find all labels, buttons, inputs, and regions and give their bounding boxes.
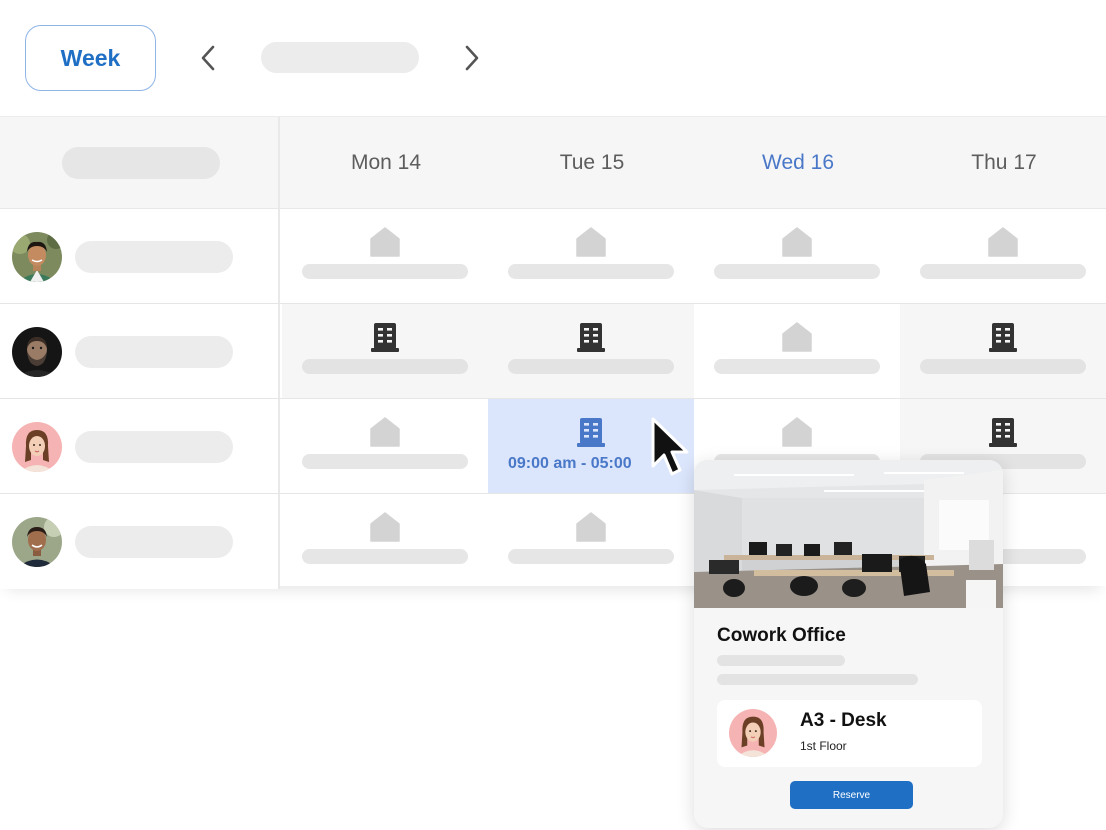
avatar xyxy=(12,232,62,282)
booking-time-range: 09:00 am - 05:00 xyxy=(508,455,632,472)
avatar xyxy=(12,517,62,567)
avatar xyxy=(729,709,777,757)
person-cell xyxy=(0,209,280,303)
cell-text-placeholder xyxy=(302,359,468,374)
home-icon xyxy=(780,225,814,259)
day-cell[interactable] xyxy=(694,209,900,303)
reserve-button[interactable]: Reserve xyxy=(790,781,913,809)
cell-text-placeholder xyxy=(302,549,468,564)
day-header-thu[interactable]: Thu 17 xyxy=(900,117,1106,209)
home-icon xyxy=(368,415,402,449)
table-row xyxy=(0,304,1106,399)
cell-text-placeholder xyxy=(714,359,880,374)
day-header-tue[interactable]: Tue 15 xyxy=(488,117,696,209)
person-name-placeholder xyxy=(75,336,233,368)
day-cell[interactable] xyxy=(900,209,1106,303)
desk-floor: 1st Floor xyxy=(800,739,847,753)
workspace-detail-placeholder xyxy=(717,655,845,666)
workspace-popup-card: Cowork Office A3 - Desk 1st Floor Reserv… xyxy=(694,460,1003,828)
office-building-icon xyxy=(986,415,1020,449)
workspace-detail-placeholder xyxy=(717,674,918,685)
grid-header: Mon 14 Tue 15 Wed 16 Thu 17 xyxy=(0,117,1106,209)
desk-name: A3 - Desk xyxy=(800,710,887,731)
table-row xyxy=(0,209,1106,304)
day-cell[interactable] xyxy=(488,494,694,589)
avatar xyxy=(12,327,62,377)
office-building-icon xyxy=(368,320,402,354)
date-range-placeholder xyxy=(261,42,419,73)
home-icon xyxy=(780,415,814,449)
office-building-icon xyxy=(986,320,1020,354)
week-view-button[interactable]: Week xyxy=(25,25,156,91)
avatar xyxy=(12,422,62,472)
cell-text-placeholder xyxy=(508,264,674,279)
home-icon xyxy=(574,510,608,544)
workspace-title: Cowork Office xyxy=(717,625,846,646)
day-header-mon[interactable]: Mon 14 xyxy=(282,117,490,209)
day-cell[interactable] xyxy=(282,494,488,589)
person-cell xyxy=(0,304,280,398)
chevron-left-icon[interactable] xyxy=(193,40,223,76)
day-cell[interactable] xyxy=(694,304,900,398)
home-icon xyxy=(986,225,1020,259)
cell-text-placeholder xyxy=(508,359,674,374)
person-name-placeholder xyxy=(75,241,233,273)
day-cell[interactable] xyxy=(488,209,694,303)
home-icon xyxy=(368,225,402,259)
day-header-wed[interactable]: Wed 16 xyxy=(694,117,902,209)
person-name-placeholder xyxy=(75,526,233,558)
home-icon xyxy=(574,225,608,259)
cell-text-placeholder xyxy=(920,264,1086,279)
mouse-cursor-icon xyxy=(649,416,693,488)
person-cell xyxy=(0,399,280,493)
home-icon xyxy=(368,510,402,544)
day-cell[interactable] xyxy=(282,304,488,398)
day-cell[interactable] xyxy=(282,209,488,303)
cell-text-placeholder xyxy=(920,359,1086,374)
day-cell[interactable] xyxy=(282,399,488,493)
desk-info[interactable]: A3 - Desk 1st Floor xyxy=(717,700,982,767)
cell-text-placeholder xyxy=(508,549,674,564)
home-icon xyxy=(780,320,814,354)
person-cell xyxy=(0,494,280,589)
cell-text-placeholder xyxy=(714,264,880,279)
office-building-icon xyxy=(574,320,608,354)
people-column-header xyxy=(0,117,280,209)
cell-text-placeholder xyxy=(302,264,468,279)
column-title-placeholder xyxy=(62,147,220,179)
day-cell[interactable] xyxy=(488,304,694,398)
chevron-right-icon[interactable] xyxy=(457,40,487,76)
cell-text-placeholder xyxy=(302,454,468,469)
office-building-icon xyxy=(574,415,608,449)
toolbar: Week xyxy=(0,0,1106,116)
day-cell[interactable] xyxy=(900,304,1106,398)
office-photo xyxy=(694,460,1003,608)
person-name-placeholder xyxy=(75,431,233,463)
